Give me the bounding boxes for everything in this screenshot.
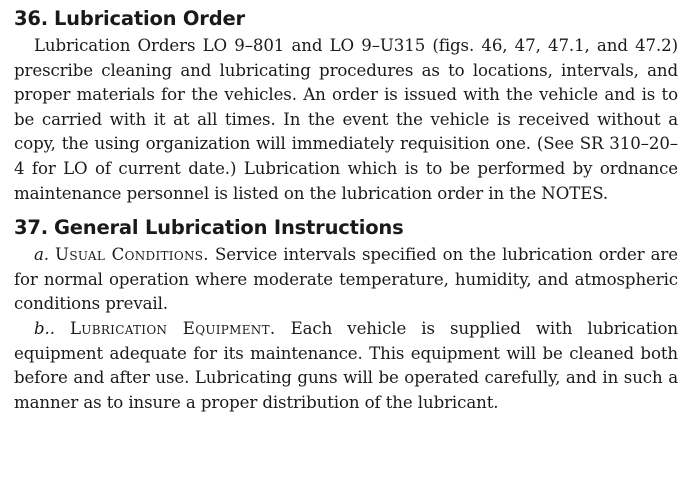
- item-a-caption: Usual Conditions.: [55, 245, 209, 265]
- section-36-title: Lubrication Order: [53, 7, 245, 30]
- item-b-caption: Lubrication Equipment.: [69, 318, 276, 338]
- section-37-item-a: a. Usual Conditions. Service intervals s…: [14, 243, 678, 317]
- section-36-number: 36.: [14, 7, 48, 30]
- section-36-paragraph: Lubrication Orders LO 9–801 and LO 9–U31…: [14, 34, 678, 206]
- document-page: 36. Lubrication Order Lubrication Orders …: [14, 6, 678, 415]
- section-36-text: Lubrication Orders LO 9–801 and LO 9–U31…: [14, 36, 678, 203]
- section-36-heading: 36. Lubrication Order: [14, 6, 678, 32]
- item-a-marker: a.: [34, 245, 49, 265]
- section-37-title: General Lubrication Instructions: [53, 216, 404, 240]
- section-37-number: 37.: [14, 216, 48, 240]
- section-37-heading: 37. General Lubrication Instructions: [14, 215, 678, 241]
- item-b-marker: b..: [34, 318, 55, 338]
- section-37-item-b: b.. Lubrication Equipment. Each vehicle …: [14, 317, 678, 415]
